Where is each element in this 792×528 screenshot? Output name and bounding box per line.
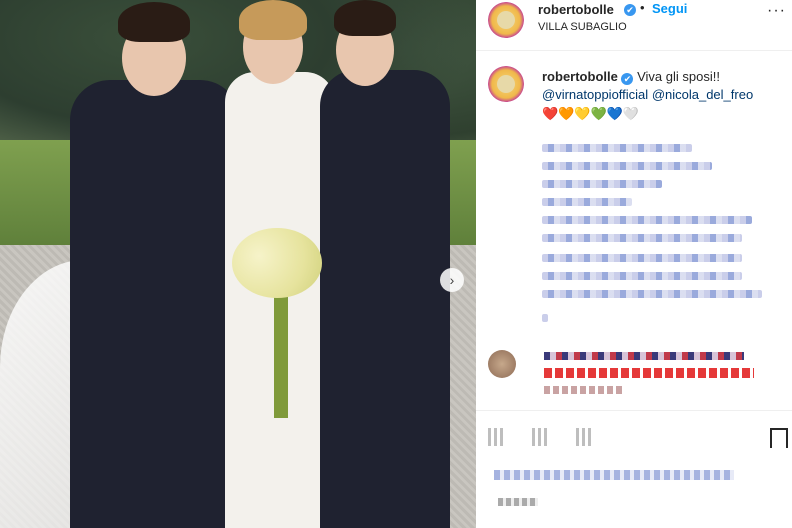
obscured-text-line: [542, 162, 712, 170]
caption-message: Viva gli sposi!!: [637, 69, 720, 84]
header-avatar[interactable]: [488, 2, 524, 38]
obscured-text-line: [542, 198, 632, 206]
post-photo[interactable]: ›: [0, 0, 476, 528]
caption-text: robertobolle ✔ Viva gli sposi!! @virnato…: [542, 68, 782, 104]
obscured-comment-line: [544, 368, 754, 378]
divider: [476, 410, 792, 411]
location-link[interactable]: VILLA SUBAGLIO: [538, 21, 627, 33]
header-username[interactable]: robertobolle: [538, 2, 614, 17]
mention-virnatoppiofficial[interactable]: @virnatoppiofficial: [542, 87, 648, 102]
obscured-text-line: [542, 180, 662, 188]
obscured-comment-line: [544, 386, 624, 394]
share-icon[interactable]: [576, 428, 594, 446]
groom-right: [320, 0, 450, 528]
hearts-emoji-row: ❤️🧡💛💚💙🤍: [542, 106, 640, 121]
obscured-text-line: [542, 254, 742, 262]
groom-left: [70, 0, 240, 528]
obscured-text-line: [542, 314, 548, 322]
mention-nicola-del-freo[interactable]: @nicola_del_freo: [652, 87, 753, 102]
obscured-text-line: [542, 144, 692, 152]
more-options-icon[interactable]: ···: [767, 2, 786, 20]
post-header: robertobolle ✔ • Segui VILLA SUBAGLIO ··…: [476, 0, 792, 51]
verified-icon: ✔: [624, 4, 636, 16]
header-dot: •: [640, 0, 645, 15]
obscured-text-line: [542, 272, 742, 280]
comment-icon[interactable]: [532, 428, 550, 446]
bookmark-icon[interactable]: [770, 428, 788, 448]
obscured-text-line: [542, 216, 752, 224]
likes-obscured: [494, 470, 734, 480]
caption-verified-icon: ✔: [621, 73, 634, 85]
obscured-text-line: [542, 234, 742, 242]
commenter-avatar[interactable]: [488, 350, 516, 378]
bouquet: [232, 228, 322, 418]
obscured-text-line: [542, 290, 762, 298]
caption-avatar[interactable]: [488, 66, 524, 102]
obscured-comment-line: [544, 352, 744, 360]
follow-button[interactable]: Segui: [652, 1, 687, 16]
comment-obscured: [488, 346, 788, 406]
like-icon[interactable]: [488, 428, 506, 446]
caption-username[interactable]: robertobolle: [542, 69, 618, 84]
post-actions: [488, 428, 788, 448]
post-sidebar: robertobolle ✔ • Segui VILLA SUBAGLIO ··…: [476, 0, 792, 528]
date-obscured: [498, 498, 538, 506]
next-photo-icon[interactable]: ›: [440, 268, 464, 292]
